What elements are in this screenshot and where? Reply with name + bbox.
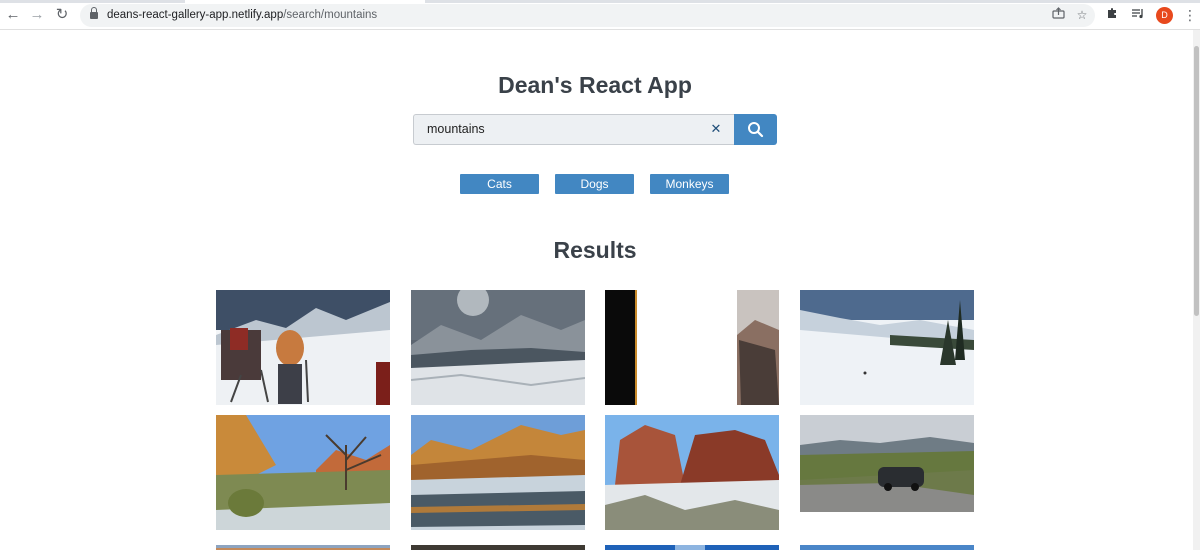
kebab-icon[interactable]: ⋮ xyxy=(1183,7,1197,24)
puzzle-icon[interactable] xyxy=(1104,7,1120,23)
photo-mountain-4[interactable] xyxy=(800,290,974,405)
photo-mountain-11[interactable] xyxy=(605,541,779,550)
profile-avatar[interactable]: D xyxy=(1156,7,1173,24)
search-input[interactable]: mountains xyxy=(413,114,735,145)
page-scrollbar[interactable] xyxy=(1193,30,1200,550)
photo-mountain-7[interactable] xyxy=(605,415,779,530)
photo-mountain-12[interactable] xyxy=(800,541,974,550)
photo-mountain-9[interactable] xyxy=(216,541,390,550)
results-heading: Results xyxy=(553,237,637,263)
url-path: /search/mountains xyxy=(283,9,378,21)
address-bar[interactable]: deans-react-gallery-app.netlify.app/sear… xyxy=(80,4,1095,27)
star-icon[interactable]: ☆ xyxy=(1074,7,1090,23)
close-icon[interactable]: ✕ xyxy=(709,122,723,136)
browser-toolbar: ← → ↻ deans-react-gallery-app.netlify.ap… xyxy=(0,0,1200,30)
arrow-right-icon[interactable]: → xyxy=(28,6,46,24)
scrollbar-thumb[interactable] xyxy=(1194,46,1199,316)
photo-mountain-3[interactable] xyxy=(605,290,779,405)
address-bar-url[interactable]: deans-react-gallery-app.netlify.app/sear… xyxy=(107,8,377,23)
nav-link-monkeys[interactable]: Monkeys xyxy=(650,174,729,194)
photo-mountain-8[interactable] xyxy=(800,415,974,512)
url-host: deans-react-gallery-app.netlify.app xyxy=(107,9,284,21)
photo-mountain-6[interactable] xyxy=(411,415,585,530)
photo-mountain-2[interactable] xyxy=(411,290,585,405)
photo-mountain-5[interactable] xyxy=(216,415,390,530)
nav-link-cats[interactable]: Cats xyxy=(460,174,539,194)
active-tab[interactable] xyxy=(185,0,425,3)
search-icon xyxy=(748,122,764,138)
lock-icon[interactable] xyxy=(90,7,98,20)
photo-mountain-10[interactable] xyxy=(411,541,585,550)
tab-strip xyxy=(0,0,1200,3)
photo-mountain-1[interactable] xyxy=(216,290,390,405)
search-button[interactable] xyxy=(734,114,777,145)
search-form: mountains ✕ xyxy=(413,114,777,145)
reload-icon[interactable]: ↻ xyxy=(53,6,71,24)
share-icon[interactable] xyxy=(1050,7,1066,23)
app-title: Dean's React App xyxy=(498,72,692,98)
arrow-left-icon[interactable]: ← xyxy=(4,6,22,24)
nav-link-dogs[interactable]: Dogs xyxy=(555,174,634,194)
playlist-icon[interactable] xyxy=(1130,7,1146,23)
